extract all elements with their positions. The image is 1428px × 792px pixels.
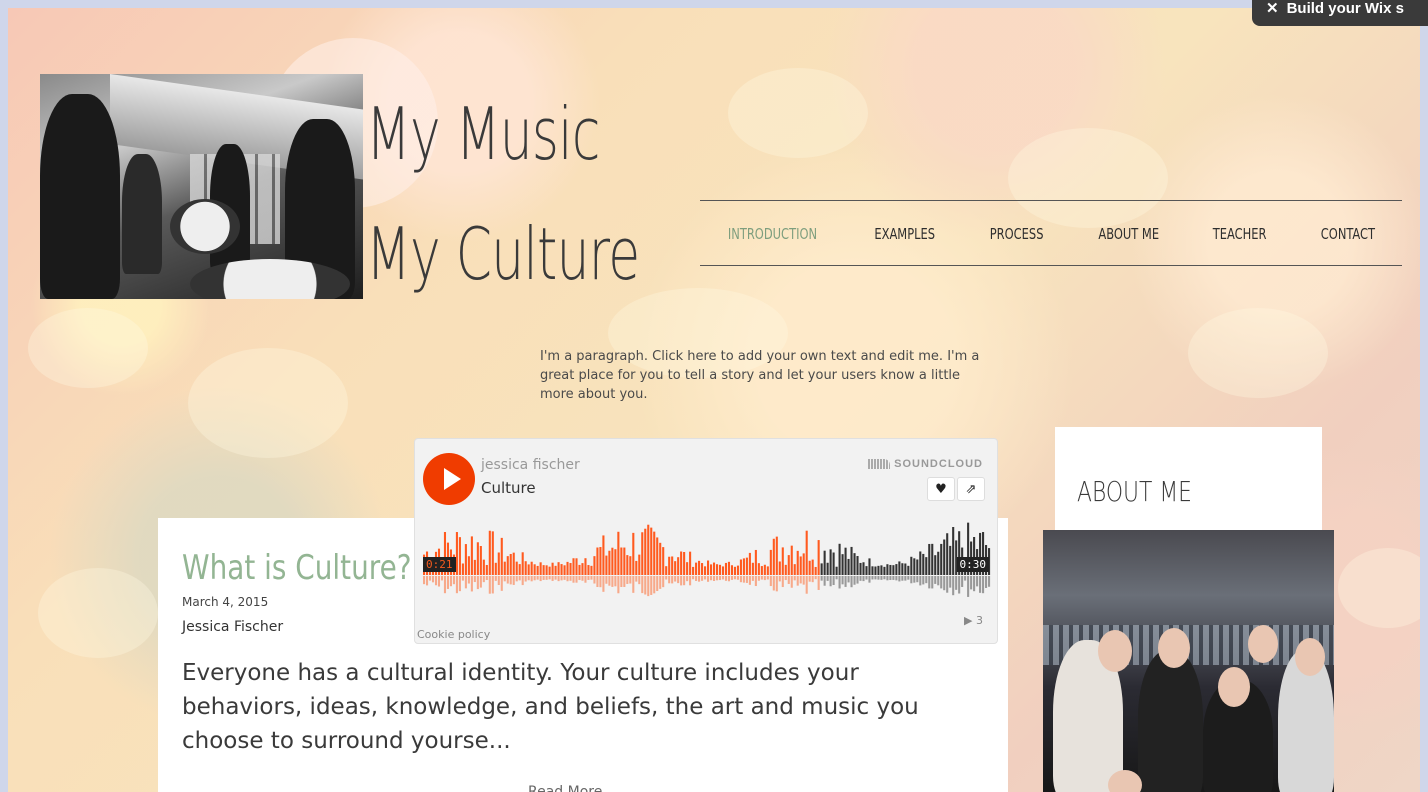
nav-item-examples[interactable]: EXAMPLES [875, 220, 936, 248]
soundcloud-brand-label: SOUNDCLOUD [894, 458, 983, 470]
read-more-link[interactable]: Read More [528, 784, 602, 792]
soundcloud-logo[interactable]: SOUNDCLOUD [868, 458, 983, 470]
nav-item-introduction[interactable]: INTRODUCTION [728, 220, 817, 248]
cookie-policy-link[interactable]: Cookie policy [417, 628, 490, 641]
site-title[interactable]: My Music My Culture [366, 74, 640, 314]
site-title-line-1: My Music [366, 92, 600, 176]
about-me-card: ABOUT ME [1055, 427, 1322, 537]
group-photo [1043, 530, 1334, 792]
main-nav: INTRODUCTION EXAMPLES PROCESS ABOUT ME T… [700, 220, 1402, 248]
track-artist[interactable]: jessica fischer [481, 457, 580, 473]
close-icon[interactable]: ✕ [1266, 0, 1279, 17]
post-date: March 4, 2015 [182, 595, 269, 609]
post-author: Jessica Fischer [182, 619, 284, 635]
heart-icon: ♥ [935, 481, 947, 497]
like-button[interactable]: ♥ [927, 477, 955, 501]
waveform[interactable] [423, 519, 991, 599]
build-wix-banner[interactable]: ✕ Build your Wix s [1252, 0, 1428, 26]
play-button[interactable] [423, 453, 475, 505]
band-photo [40, 74, 363, 299]
soundcloud-player: jessica fischer Culture SOUNDCLOUD ♥ ⇗ 0… [414, 438, 998, 644]
site-title-line-2: My Culture [366, 212, 640, 296]
nav-bottom-rule [700, 265, 1402, 266]
soundcloud-cloud-icon [868, 459, 891, 470]
banner-label: Build your Wix s [1286, 0, 1404, 17]
nav-item-teacher[interactable]: TEACHER [1213, 220, 1267, 248]
intro-paragraph: I'm a paragraph. Click here to add your … [540, 349, 980, 402]
nav-item-about-me[interactable]: ABOUT ME [1098, 220, 1159, 248]
nav-item-contact[interactable]: CONTACT [1321, 220, 1375, 248]
post-excerpt: Everyone has a cultural identity. Your c… [182, 660, 919, 754]
track-title[interactable]: Culture [481, 479, 536, 497]
play-count: ▶ 3 [964, 614, 983, 627]
nav-top-rule [700, 200, 1402, 201]
share-icon: ⇗ [965, 481, 977, 497]
share-button[interactable]: ⇗ [957, 477, 985, 501]
nav-item-process[interactable]: PROCESS [990, 220, 1044, 248]
elapsed-time: 0:21 [423, 557, 456, 572]
about-me-heading: ABOUT ME [1077, 475, 1192, 508]
track-duration: 0:30 [956, 557, 989, 572]
post-title[interactable]: What is Culture? [182, 548, 412, 588]
